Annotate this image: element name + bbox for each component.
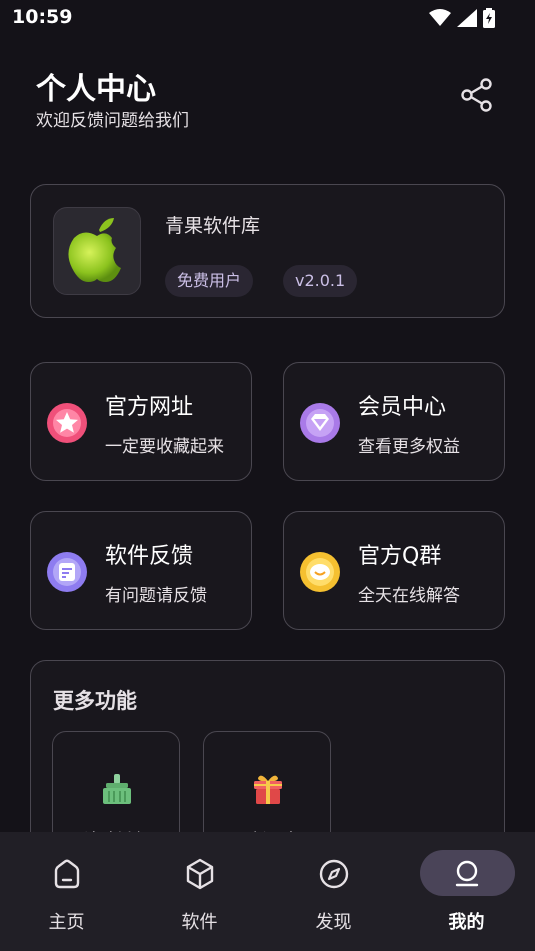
nav-label: 软件 xyxy=(181,912,218,933)
nav-item-software[interactable]: 软件 xyxy=(133,832,266,951)
status-time: 10:59 xyxy=(12,6,73,28)
share-button[interactable] xyxy=(458,76,496,114)
feedback-icon xyxy=(47,552,87,592)
feature-title: 官方Q群 xyxy=(358,544,442,569)
green-apple-logo xyxy=(68,218,121,282)
status-icons xyxy=(429,8,495,28)
signal-icon xyxy=(457,9,477,27)
page-subtitle: 欢迎反馈问题给我们 xyxy=(36,111,189,131)
official-website-card[interactable]: 官方网址 一定要收藏起来 xyxy=(30,362,252,481)
software-feedback-card[interactable]: 软件反馈 有问题请反馈 xyxy=(30,511,252,630)
person-icon xyxy=(455,860,478,887)
broom-icon xyxy=(103,774,131,804)
page-title: 个人中心 xyxy=(36,72,156,107)
app-name: 青果软件库 xyxy=(165,215,261,237)
version-badge: v2.0.1 xyxy=(283,265,358,297)
feature-subtitle: 全天在线解答 xyxy=(358,586,460,606)
diamond-icon xyxy=(300,403,340,443)
battery-charging-icon xyxy=(483,8,495,28)
bottom-navigation: 主页 软件 发现 我的 xyxy=(0,832,535,951)
app-logo xyxy=(53,207,141,295)
nav-label: 发现 xyxy=(315,912,352,933)
feature-subtitle: 查看更多权益 xyxy=(358,437,460,457)
wifi-icon xyxy=(429,9,451,26)
star-icon xyxy=(47,403,87,443)
profile-card: 青果软件库 免费用户 v2.0.1 xyxy=(30,184,505,318)
gift-icon xyxy=(254,775,282,804)
feature-subtitle: 一定要收藏起来 xyxy=(105,437,224,457)
feature-title: 软件反馈 xyxy=(105,544,194,569)
compass-icon xyxy=(319,859,348,889)
nav-item-home[interactable]: 主页 xyxy=(0,832,133,951)
feature-subtitle: 有问题请反馈 xyxy=(105,586,207,606)
nav-label: 主页 xyxy=(48,912,85,933)
status-bar: 10:59 xyxy=(0,0,535,36)
feature-title: 官方网址 xyxy=(105,395,194,420)
chat-icon xyxy=(300,552,340,592)
share-icon xyxy=(461,78,492,112)
member-center-card[interactable]: 会员中心 查看更多权益 xyxy=(283,362,505,481)
nav-item-mine[interactable]: 我的 xyxy=(400,832,533,951)
nav-item-discover[interactable]: 发现 xyxy=(267,832,400,951)
section-title: 更多功能 xyxy=(53,689,137,713)
user-type-badge: 免费用户 xyxy=(165,265,254,297)
nav-label: 我的 xyxy=(448,912,485,933)
cube-icon xyxy=(186,858,213,890)
official-qq-group-card[interactable]: 官方Q群 全天在线解答 xyxy=(283,511,505,630)
feature-title: 会员中心 xyxy=(358,395,447,420)
home-icon xyxy=(54,859,79,889)
